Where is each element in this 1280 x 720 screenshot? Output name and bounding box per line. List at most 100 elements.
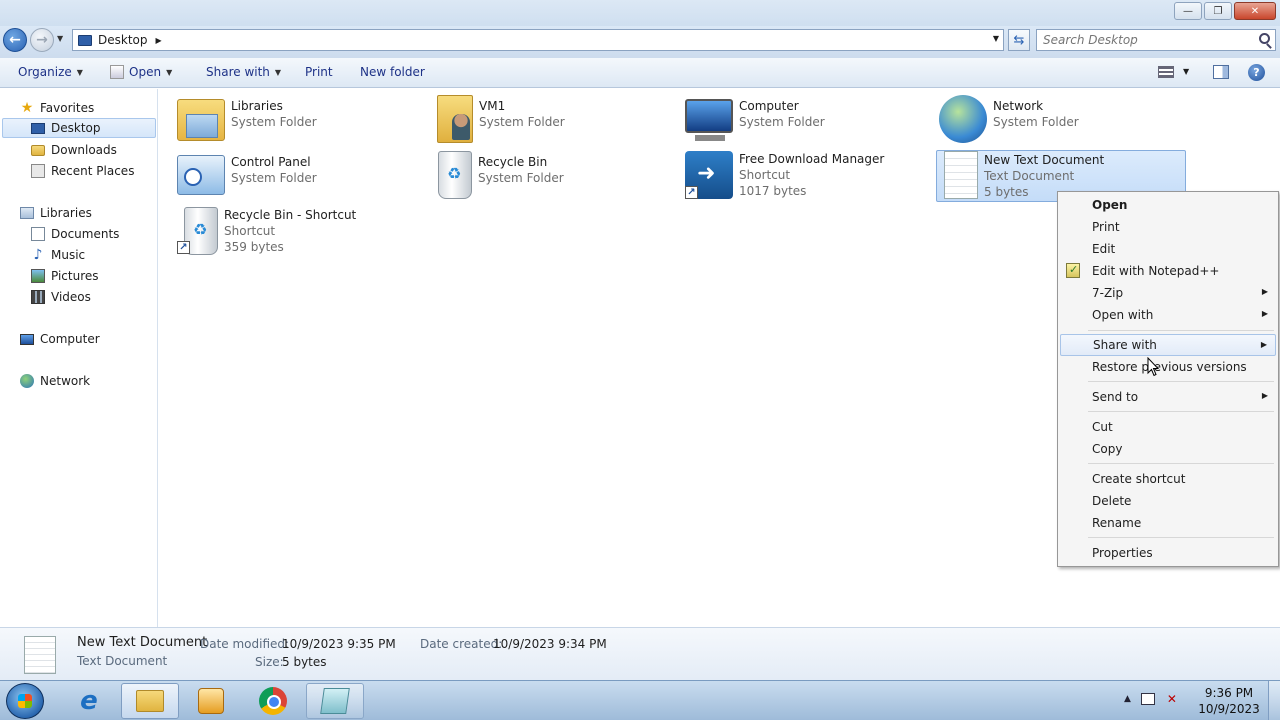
nav-documents[interactable]: Documents <box>31 224 119 244</box>
item-recycle-bin-shortcut[interactable]: ↗ Recycle Bin - Shortcut Shortcut 359 byte… <box>177 207 429 267</box>
search-icon[interactable] <box>1259 33 1270 44</box>
taskbar-chrome[interactable] <box>244 683 302 719</box>
menu-edit-notepadpp[interactable]: Edit with Notepad++ <box>1060 260 1276 282</box>
close-button[interactable]: ✕ <box>1234 2 1276 20</box>
item-recycle-bin[interactable]: Recycle Bin System Folder <box>431 151 683 203</box>
nav-videos[interactable]: Videos <box>31 287 91 307</box>
search-input[interactable] <box>1043 33 1243 47</box>
breadcrumb-arrow-icon[interactable]: ▶ <box>156 36 162 45</box>
share-with-button[interactable]: Share with ▼ <box>206 65 281 79</box>
refresh-button[interactable]: ⇆ <box>1008 29 1030 51</box>
context-menu: Open Print Edit Edit with Notepad++ 7-Zi… <box>1057 191 1279 567</box>
help-icon[interactable]: ? <box>1248 64 1265 81</box>
nav-computer-label: Computer <box>40 332 100 346</box>
notepadpp-icon <box>1066 263 1080 278</box>
search-box[interactable] <box>1036 29 1276 51</box>
menu-cut[interactable]: Cut <box>1060 416 1276 438</box>
minimize-button[interactable]: — <box>1174 2 1202 20</box>
organize-label: Organize <box>18 65 72 79</box>
title-bar: — ❐ ✕ <box>0 0 1280 26</box>
details-file-name: New Text Document <box>77 635 208 650</box>
nav-desktop[interactable]: Desktop <box>2 118 156 138</box>
item-control-panel[interactable]: Control Panel System Folder <box>177 151 429 203</box>
menu-separator <box>1088 330 1274 331</box>
computer-icon <box>20 333 34 345</box>
menu-rename[interactable]: Rename <box>1060 512 1276 534</box>
show-hidden-icons-icon[interactable]: ▲ <box>1124 694 1131 704</box>
size-label: Size: <box>255 655 284 669</box>
item-vm1[interactable]: VM1 System Folder <box>431 95 683 147</box>
shortcut-arrow-icon: ↗ <box>685 186 698 199</box>
views-icon[interactable] <box>1158 66 1174 78</box>
submenu-arrow-icon: ▶ <box>1261 309 1268 318</box>
item-network[interactable]: Network System Folder <box>939 95 1191 147</box>
menu-print[interactable]: Print <box>1060 216 1276 238</box>
date-created-label: Date created: <box>420 637 503 651</box>
free-download-manager-icon: ↗ <box>685 151 733 199</box>
preview-pane-icon[interactable] <box>1213 65 1229 79</box>
nav-network-label: Network <box>40 374 91 388</box>
libraries-icon <box>20 207 34 219</box>
menu-separator <box>1088 463 1274 464</box>
chevron-down-icon: ▼ <box>274 67 282 77</box>
nav-music[interactable]: ♪ Music <box>31 245 86 265</box>
nav-pictures[interactable]: Pictures <box>31 266 99 286</box>
chevron-down-icon: ▼ <box>76 67 83 77</box>
item-size: 359 bytes <box>224 240 284 254</box>
show-desktop-button[interactable] <box>1268 681 1280 720</box>
forward-button[interactable]: → <box>30 28 54 52</box>
maximize-button[interactable]: ❐ <box>1204 2 1232 20</box>
back-button[interactable]: ← <box>3 28 27 52</box>
menu-copy[interactable]: Copy <box>1060 438 1276 460</box>
nav-libraries[interactable]: Libraries <box>20 203 92 223</box>
address-bar[interactable]: Desktop ▶ ▼ <box>72 29 1004 51</box>
print-button[interactable]: Print <box>305 65 333 79</box>
item-type: Text Document <box>984 169 1075 183</box>
nav-favorites[interactable]: ★ Favorites <box>20 98 95 118</box>
item-computer[interactable]: Computer System Folder <box>685 95 937 147</box>
menu-delete[interactable]: Delete <box>1060 490 1276 512</box>
date-modified-label: Date modified: <box>200 637 290 651</box>
menu-open[interactable]: Open <box>1060 194 1276 216</box>
nav-computer[interactable]: Computer <box>20 329 100 349</box>
item-name: Free Download Manager <box>739 152 885 166</box>
menu-open-with[interactable]: Open with ▶ <box>1060 304 1276 326</box>
menu-7zip[interactable]: 7-Zip ▶ <box>1060 282 1276 304</box>
taskbar-media-player[interactable] <box>182 683 240 719</box>
open-button[interactable]: Open ▼ <box>110 65 172 79</box>
volume-muted-icon[interactable]: ✕ <box>1165 693 1179 705</box>
network-tray-icon[interactable] <box>1140 693 1155 705</box>
address-row: ← → ▼ Desktop ▶ ▼ ⇆ <box>0 26 1280 58</box>
menu-edit[interactable]: Edit <box>1060 238 1276 260</box>
taskbar-internet-explorer[interactable]: e <box>60 683 118 719</box>
menu-open-with-label: Open with <box>1092 308 1154 322</box>
address-dropdown-icon[interactable]: ▼ <box>993 34 999 43</box>
nav-network[interactable]: Network <box>20 371 90 391</box>
new-folder-button[interactable]: New folder <box>360 65 425 79</box>
taskbar-notepad[interactable] <box>306 683 364 719</box>
mouse-cursor-icon <box>1147 357 1159 377</box>
organize-button[interactable]: Organize ▼ <box>18 65 83 79</box>
menu-send-to[interactable]: Send to ▶ <box>1060 386 1276 408</box>
user-folder-icon <box>437 95 473 143</box>
chevron-down-icon: ▼ <box>166 67 173 77</box>
menu-restore-previous-versions[interactable]: Restore previous versions <box>1060 356 1276 378</box>
recent-pages-dropdown[interactable]: ▼ <box>57 34 63 43</box>
menu-properties[interactable]: Properties <box>1060 542 1276 564</box>
taskbar-windows-explorer[interactable] <box>121 683 179 719</box>
views-dropdown-icon[interactable]: ▼ <box>1183 67 1189 76</box>
start-button[interactable] <box>6 683 44 719</box>
recycle-bin-shortcut-icon: ↗ <box>177 207 218 255</box>
menu-share-with[interactable]: Share with ▶ <box>1060 334 1276 356</box>
item-libraries[interactable]: Libraries System Folder <box>177 95 429 147</box>
item-name: Recycle Bin - Shortcut <box>224 208 357 222</box>
clock[interactable]: 9:36 PM 10/9/2023 <box>1196 685 1262 717</box>
navigation-pane: ★ Favorites Desktop Downloads Recent Pla… <box>0 89 158 627</box>
menu-separator <box>1088 411 1274 412</box>
breadcrumb-desktop[interactable]: Desktop <box>98 33 148 47</box>
item-free-download-manager[interactable]: ↗ Free Download Manager Shortcut 1017 byte… <box>685 151 937 211</box>
menu-create-shortcut[interactable]: Create shortcut <box>1060 468 1276 490</box>
windows-explorer-icon <box>136 690 164 712</box>
nav-recent-places[interactable]: Recent Places <box>31 161 134 181</box>
nav-downloads[interactable]: Downloads <box>31 140 117 160</box>
